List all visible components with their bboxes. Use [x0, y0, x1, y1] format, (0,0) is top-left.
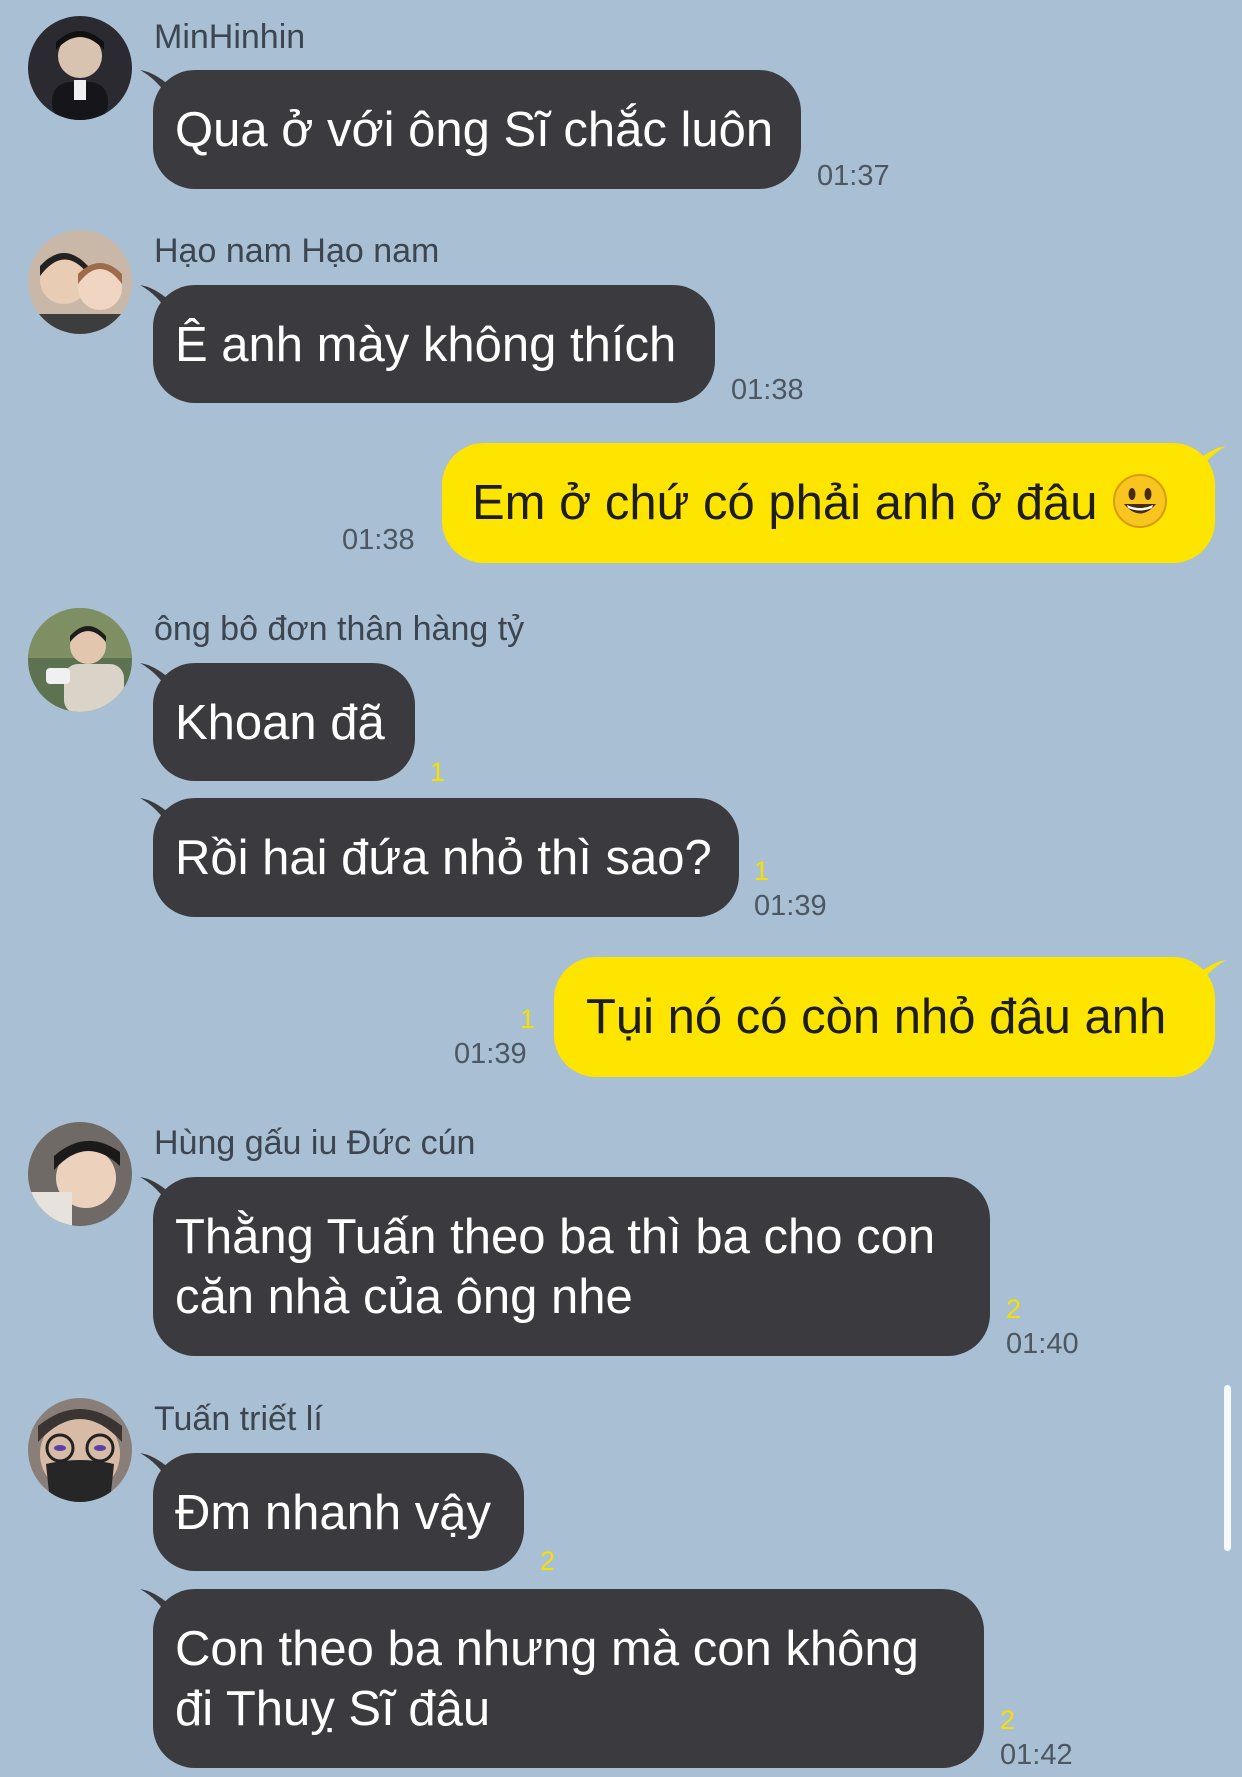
sender-name: ông bô đơn thân hàng tỷ [154, 610, 525, 648]
bubble-tail [1196, 446, 1226, 476]
unread-count: 1 [430, 757, 446, 787]
message-text: Em ở chứ có phải anh ở đâu [472, 476, 1098, 530]
message-time: 01:40 [1006, 1328, 1079, 1360]
message-line: Con theo ba nhưng mà con không [175, 1622, 919, 1676]
message-time: 01:42 [1000, 1739, 1073, 1771]
avatar[interactable] [28, 1122, 132, 1226]
avatar[interactable] [28, 608, 132, 712]
message-time: 01:38 [731, 374, 804, 406]
message-time: 01:38 [342, 524, 415, 556]
message-bubble[interactable]: Ê anh mày không thích [153, 285, 715, 403]
message-bubble[interactable]: Thằng Tuấn theo ba thì ba cho con căn nh… [153, 1177, 990, 1356]
message-line: căn nhà của ông nhe [175, 1270, 633, 1324]
grinning-face-icon [1112, 474, 1167, 529]
message-line: Thằng Tuấn theo ba thì ba cho con [175, 1210, 936, 1264]
message-time: 01:39 [754, 890, 827, 922]
message-bubble[interactable]: Em ở chứ có phải anh ở đâu [442, 443, 1215, 563]
message-line: đi Thuỵ Sĩ đâu [175, 1682, 491, 1736]
unread-count: 1 [520, 1004, 536, 1034]
message-bubble[interactable]: Rồi hai đứa nhỏ thì sao? [153, 798, 739, 917]
message-bubble[interactable]: Qua ở với ông Sĩ chắc luôn [153, 70, 801, 189]
unread-count: 1 [754, 856, 770, 886]
sender-name: Hùng gấu iu Đức cún [154, 1124, 476, 1162]
avatar[interactable] [28, 16, 132, 120]
message-bubble[interactable]: Tụi nó có còn nhỏ đâu anh [554, 957, 1215, 1077]
unread-count: 2 [1000, 1705, 1016, 1735]
scrollbar[interactable] [1224, 1385, 1231, 1551]
sender-name: Tuấn triết lí [154, 1400, 323, 1438]
message-time: 01:39 [454, 1038, 527, 1070]
avatar[interactable] [28, 1398, 132, 1502]
message-bubble[interactable]: Đm nhanh vậy [153, 1453, 524, 1571]
message-time: 01:37 [817, 160, 890, 192]
unread-count: 2 [1006, 1294, 1022, 1324]
unread-count: 2 [540, 1546, 556, 1576]
sender-name: MinHinhin [154, 18, 306, 56]
sender-name: Hạo nam Hạo nam [154, 232, 440, 270]
bubble-tail [1196, 960, 1226, 990]
message-bubble[interactable]: Con theo ba nhưng mà con không đi Thuỵ S… [153, 1589, 984, 1768]
avatar[interactable] [28, 230, 132, 334]
message-bubble[interactable]: Khoan đã [153, 663, 415, 781]
